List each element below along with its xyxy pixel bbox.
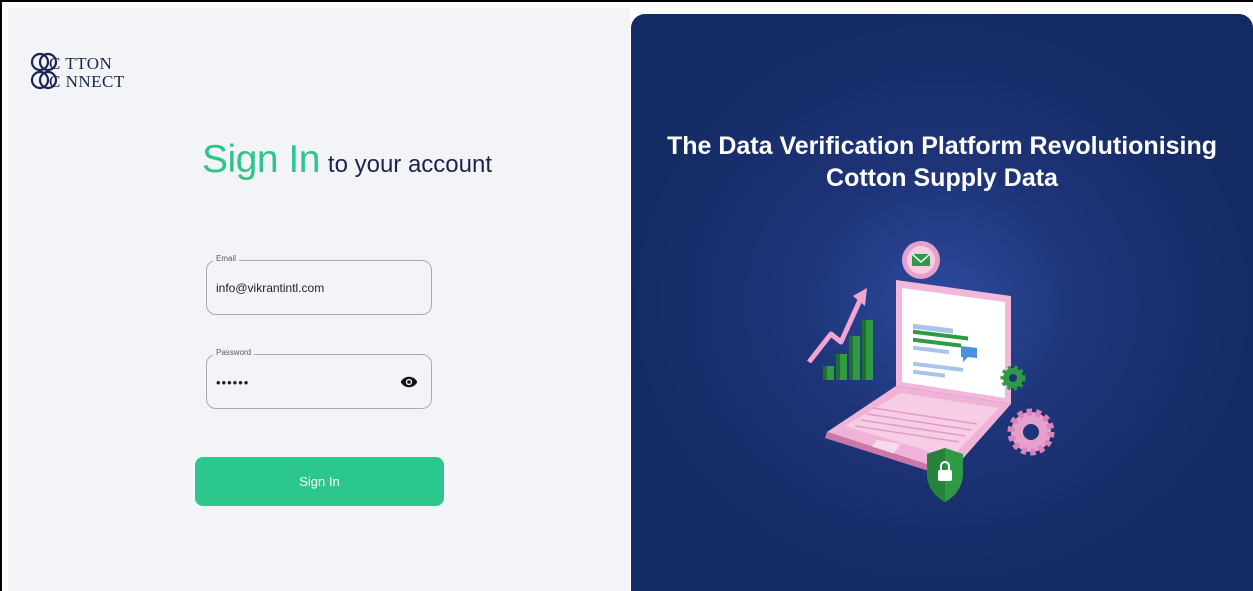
logo-text-top: C TTON	[49, 54, 112, 73]
mail-badge-icon	[902, 241, 940, 279]
cottonconnect-logo: C TTON C NNECT	[30, 52, 125, 91]
tagline-line-1: The Data Verification Platform Revolutio…	[666, 132, 1218, 160]
password-field[interactable]: Password	[206, 348, 432, 409]
title-accent: Sign In	[202, 138, 320, 181]
email-input[interactable]	[216, 279, 396, 297]
hero-panel: The Data Verification Platform Revolutio…	[631, 14, 1253, 591]
page-title: Sign In to your account	[202, 138, 532, 198]
shield-lock-icon	[927, 448, 963, 502]
signin-button[interactable]: Sign In	[195, 457, 444, 506]
tagline-line-2: Cotton Supply Data	[826, 164, 1058, 192]
gear-icon	[1000, 365, 1055, 456]
hero-tagline: The Data Verification Platform Revolutio…	[631, 130, 1253, 194]
password-label: Password	[213, 348, 255, 357]
eye-icon[interactable]	[399, 373, 419, 391]
laptop-data-illustration	[807, 241, 1055, 502]
logo-text-bottom: C NNECT	[49, 72, 125, 91]
email-label: Email	[213, 254, 240, 263]
email-field[interactable]: Email	[206, 254, 432, 315]
signin-panel: C TTON C NNECT Sign In to your account E…	[8, 8, 630, 591]
title-rest: to your account	[327, 151, 493, 178]
password-input[interactable]	[216, 373, 396, 391]
